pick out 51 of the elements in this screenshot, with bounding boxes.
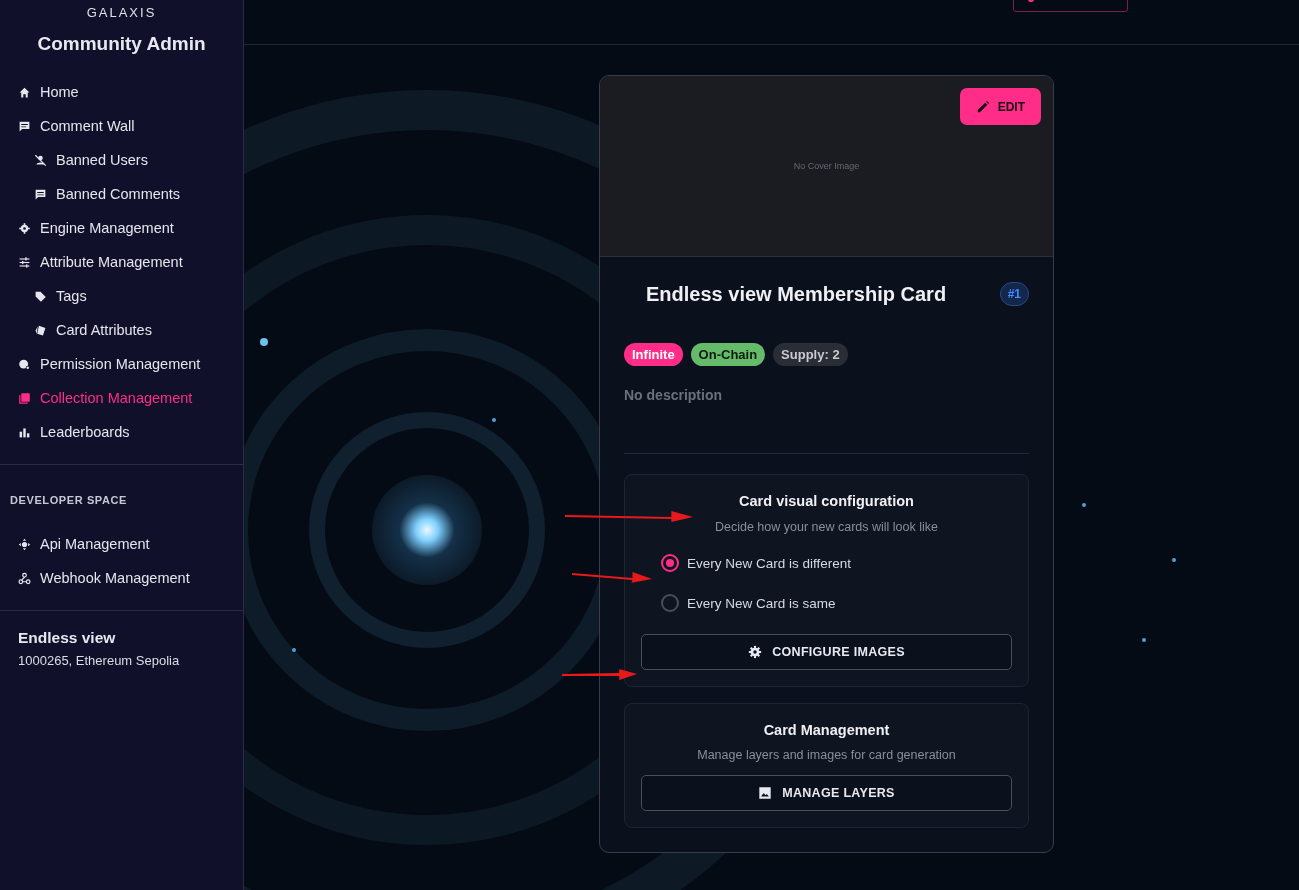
nav-icon (34, 323, 47, 337)
nav-icon (34, 289, 47, 303)
radio-button[interactable] (661, 554, 679, 572)
gear-icon (748, 645, 763, 659)
panel-title: Card Management (763, 722, 890, 738)
card-number: #1 (999, 282, 1029, 306)
community-details: 1000265, Ethereum Sepolia (18, 653, 181, 668)
panel-subtitle: Decide how your new cards will look like (715, 520, 938, 534)
nav-icon (18, 425, 31, 439)
nav-subitem[interactable]: Card Attributes (34, 313, 152, 347)
radio-label[interactable]: Every New Card is different (687, 555, 852, 571)
section-heading: DEVELOPER SPACE (10, 494, 128, 506)
logo: GALAXIS (86, 5, 157, 20)
nav-icon (18, 537, 31, 551)
radio-label[interactable]: Every New Card is same (687, 595, 836, 611)
nav-item[interactable]: Collection Management (18, 381, 193, 415)
tag: Supply: 2 (773, 343, 848, 366)
manage-layers-button[interactable]: MANAGE LAYERS (641, 775, 1012, 811)
nav-icon (18, 119, 31, 133)
card-title: Endless view Membership Card (646, 282, 947, 306)
nav-subitem[interactable]: Banned Comments (34, 177, 181, 211)
nav-item[interactable]: Attribute Management (18, 245, 183, 279)
panel-subtitle: Manage layers and images for card generation (697, 748, 956, 762)
nav-icon (18, 85, 31, 99)
nav-icon (34, 153, 47, 167)
nav-icon (18, 357, 31, 371)
configure-images-button[interactable]: CONFIGURE IMAGES (641, 634, 1012, 670)
nav-item[interactable]: Comment Wall (18, 109, 135, 143)
nav-item[interactable]: Leaderboards (18, 415, 130, 449)
nav-icon (18, 571, 31, 585)
nav-subitem[interactable]: Banned Users (34, 143, 148, 177)
nav-item[interactable]: Engine Management (18, 211, 174, 245)
community-name: Endless view (18, 629, 117, 647)
nav-icon (18, 255, 31, 269)
radio-button[interactable] (661, 594, 679, 612)
nav-item[interactable]: Webhook Management (18, 561, 190, 595)
nav-subitem[interactable]: Tags (34, 279, 87, 313)
nav-icon (34, 187, 47, 201)
edit-button[interactable]: EDIT (959, 88, 1041, 125)
panel-title: Card visual configuration (739, 493, 914, 509)
tag: Infinite (624, 343, 683, 366)
pencil-icon (975, 99, 990, 114)
nav-item[interactable]: Api Management (18, 527, 150, 561)
card-description: No description (624, 387, 723, 403)
nav-item[interactable]: Home (18, 75, 79, 109)
nav-item[interactable]: Permission Management (18, 347, 201, 381)
image-icon (758, 786, 773, 800)
app-title: Community Admin (37, 33, 206, 55)
tag: On-Chain (690, 343, 766, 366)
nav-icon (18, 391, 31, 405)
nav-icon (18, 221, 31, 235)
